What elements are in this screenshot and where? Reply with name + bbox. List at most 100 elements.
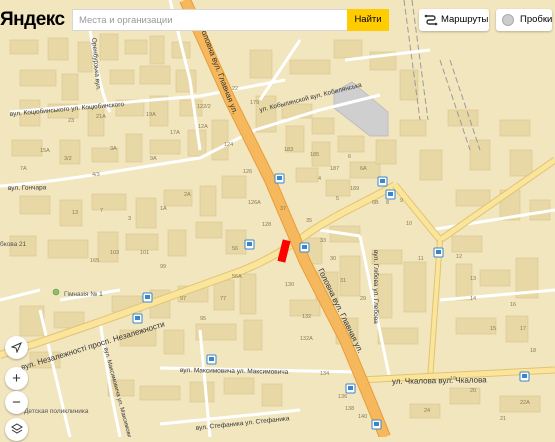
zoom-in-icon: + — [12, 370, 21, 387]
house-number: 6 — [348, 154, 351, 160]
bus-stop-icon — [377, 176, 388, 187]
house-number: 17 — [520, 326, 526, 332]
top-bar: Яндекс Найти Маршруты Пробки — [0, 6, 555, 32]
house-number: 31 — [340, 278, 346, 284]
search-input[interactable] — [79, 15, 339, 26]
house-number: 19 — [450, 376, 456, 382]
house-number: 56A — [232, 274, 242, 280]
routes-button[interactable]: Маршруты — [419, 9, 489, 31]
routes-label: Маршруты — [441, 14, 489, 25]
house-number: 8 — [386, 200, 389, 206]
house-number: 22 — [232, 86, 238, 92]
place-label-district: бкова 21 — [0, 240, 27, 248]
house-number: 15 — [490, 326, 496, 332]
house-number: 101 — [140, 250, 149, 256]
bus-stop-icon — [345, 383, 356, 394]
house-number: 18 — [530, 348, 536, 354]
house-number: 30 — [330, 256, 336, 262]
house-number: 13 — [470, 276, 476, 282]
house-number: 5 — [336, 196, 339, 202]
place-label-gymnasium: Гімназія № 1 — [64, 290, 103, 298]
house-number: 3A — [110, 146, 117, 152]
house-number: 16 — [510, 302, 516, 308]
find-button[interactable]: Найти — [347, 9, 389, 31]
house-number: 1A — [160, 206, 167, 212]
bus-stop-icon — [274, 173, 285, 184]
zoom-out-icon: − — [12, 394, 21, 411]
house-number: 9A — [150, 156, 157, 162]
house-number: 33 — [320, 238, 326, 244]
house-number: 95 — [200, 316, 206, 322]
house-number: 10 — [406, 221, 412, 227]
traffic-label: Пробки — [520, 14, 553, 25]
house-number: 22A — [520, 400, 530, 406]
place-label-clinic: Детская поликлиника — [24, 408, 89, 415]
house-number: 19A — [146, 112, 156, 118]
house-number: 138 — [345, 406, 354, 412]
bus-stop-icon — [132, 313, 143, 324]
house-number: 124 — [224, 142, 233, 148]
house-number: 6A — [360, 166, 367, 172]
house-number: 122/2 — [197, 104, 211, 110]
zoom-out-button[interactable]: − — [5, 391, 28, 414]
location-arrow-icon — [10, 342, 22, 354]
house-number: 21A — [96, 114, 106, 120]
house-number: 17A — [170, 130, 180, 136]
house-number: 3/2 — [64, 156, 72, 162]
house-number: 77 — [220, 296, 226, 302]
house-number: 136 — [338, 394, 347, 400]
bus-stop-icon — [433, 247, 444, 258]
house-number: 56 — [232, 246, 238, 252]
yandex-logo[interactable]: Яндекс — [0, 9, 65, 31]
house-number: 99 — [160, 264, 166, 270]
house-number: 12 — [456, 254, 462, 260]
search-box[interactable] — [72, 9, 348, 31]
bus-stop-icon — [244, 239, 255, 250]
house-number: 11 — [418, 256, 424, 262]
house-number: 35 — [306, 218, 312, 224]
house-number: 12A — [198, 124, 208, 130]
bus-stop-icon — [519, 371, 530, 382]
house-number: 132A — [300, 336, 313, 342]
route-icon — [424, 14, 438, 26]
traffic-icon — [502, 14, 514, 26]
house-number: 7 — [100, 208, 103, 214]
house-number: 132 — [302, 314, 311, 320]
house-number: 29 — [360, 296, 366, 302]
street-label-hlibova: вул. Глібова ул. Глебова — [372, 250, 380, 324]
house-number: 37 — [280, 206, 286, 212]
house-number: 20 — [470, 388, 476, 394]
house-number: 7A — [20, 166, 27, 172]
house-number: 103 — [110, 250, 119, 256]
house-number: 4 — [318, 176, 321, 182]
house-number: 130 — [285, 282, 294, 288]
house-number: 185 — [310, 152, 319, 158]
map-canvas[interactable]: Головна вул. Главная ул. Головна вул. Гл… — [0, 0, 555, 437]
bus-stop-icon — [206, 354, 217, 365]
street-label-honchara: вул. Гончара — [8, 184, 47, 192]
bus-stop-icon — [371, 419, 382, 430]
house-number: 4/3 — [92, 172, 100, 178]
house-number: 179 — [250, 100, 259, 106]
layers-button[interactable] — [5, 418, 28, 441]
house-number: 9 — [400, 198, 403, 204]
house-number: 21 — [500, 416, 506, 422]
house-number: 2A — [184, 192, 191, 198]
location-arrow-button[interactable] — [5, 336, 28, 359]
traffic-button[interactable]: Пробки — [496, 9, 552, 31]
house-number: 187 — [330, 166, 339, 172]
house-number: 3 — [128, 216, 131, 222]
house-number: 165 — [90, 258, 99, 264]
zoom-in-button[interactable]: + — [5, 367, 28, 390]
street-label-chkalova: ул. Чкалова вул. Чкалова — [392, 375, 487, 386]
house-number: 126 — [243, 169, 252, 175]
house-number: 140 — [358, 414, 367, 420]
bus-stop-icon — [142, 292, 153, 303]
house-number: 14 — [470, 296, 476, 302]
house-number: 97 — [180, 296, 186, 302]
house-number: 13 — [72, 210, 78, 216]
house-number: 23 — [68, 118, 74, 124]
house-number: 134 — [320, 371, 329, 377]
house-number: 126A — [248, 200, 261, 206]
house-number: 183 — [284, 147, 293, 153]
